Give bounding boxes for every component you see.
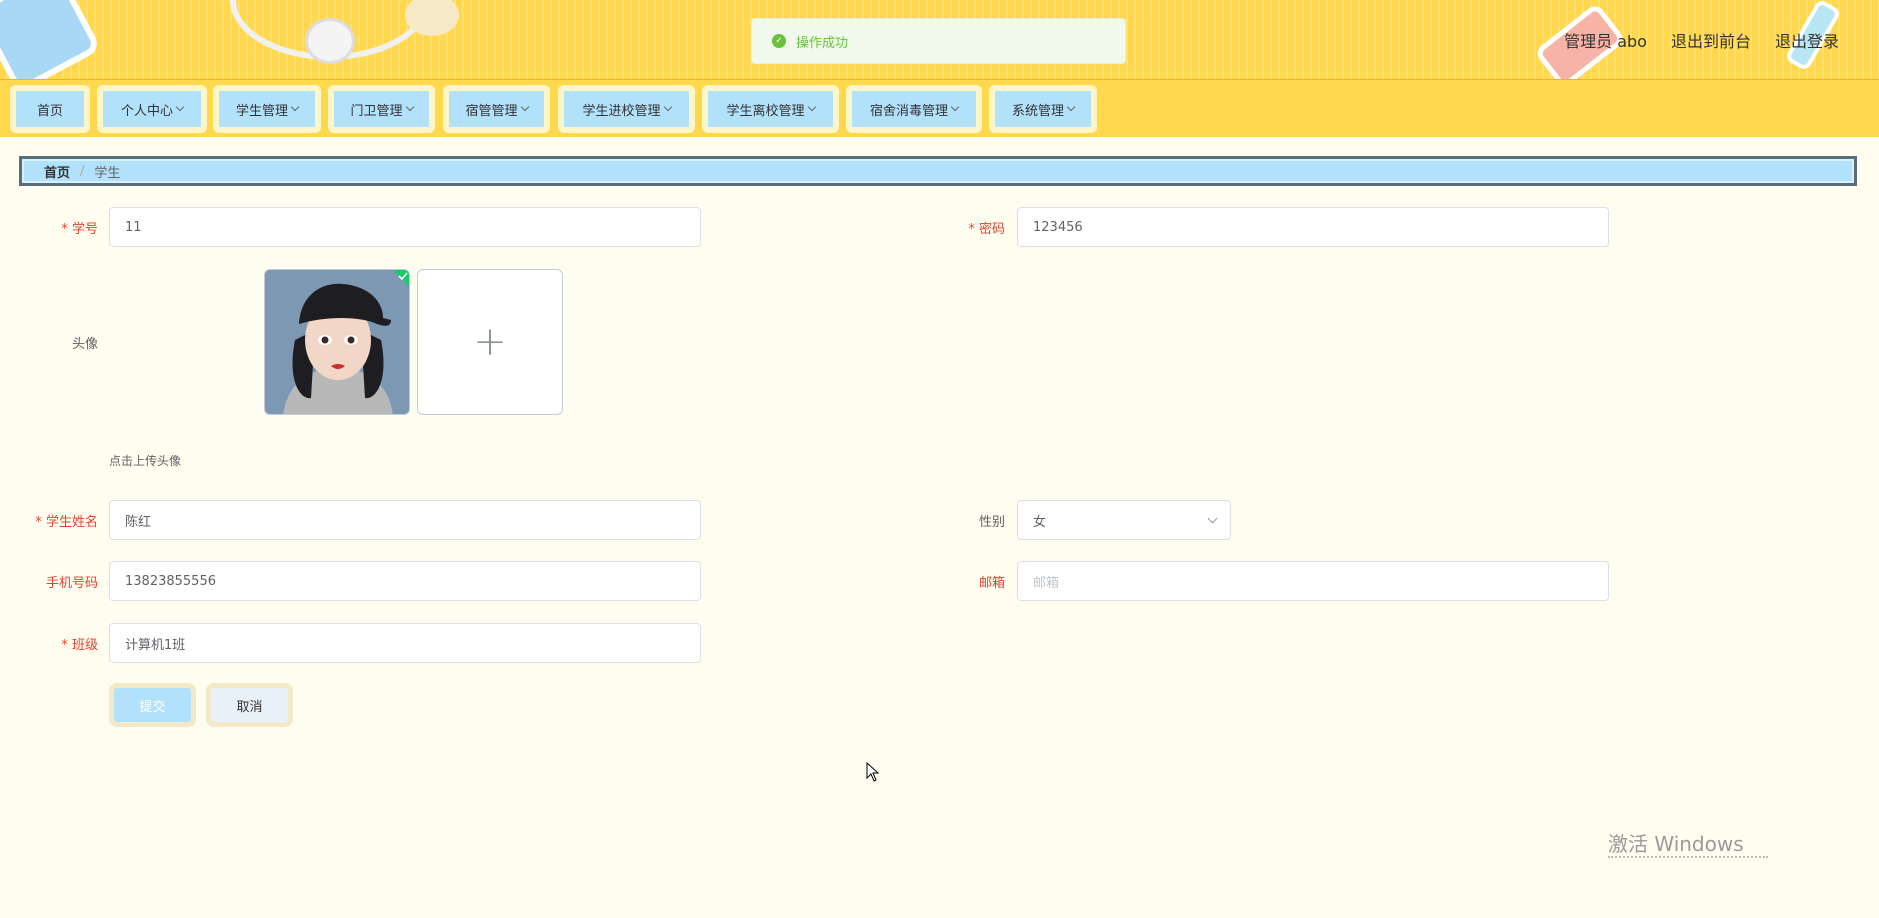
- chevron-down-icon: [290, 102, 300, 112]
- nav-item-student-management[interactable]: 学生管理: [213, 85, 321, 133]
- nav-item-label: 宿管管理: [465, 103, 518, 119]
- nav-item-dorm-disinfection-management[interactable]: 宿舍消毒管理: [846, 85, 982, 133]
- avatar-upload-hint: 点击上传头像: [109, 454, 182, 468]
- cancel-button[interactable]: 取消: [206, 683, 293, 727]
- nav-item-dorm-manager-management[interactable]: 宿管管理: [443, 85, 550, 133]
- email-label: 邮箱: [978, 576, 1005, 591]
- nav-item-label: 个人中心: [120, 103, 173, 119]
- chevron-down-icon: [807, 102, 816, 112]
- exit-to-front-link[interactable]: 退出到前台: [1671, 28, 1751, 52]
- student-id-input[interactable]: 11: [109, 207, 701, 247]
- check-circle-icon: ✓: [772, 34, 786, 48]
- nav-item-label: 门卫管理: [350, 103, 403, 119]
- admin-user-label: 管理员 abo: [1564, 32, 1647, 51]
- student-name-input[interactable]: 陈红: [109, 500, 701, 540]
- nav-item-guard-management[interactable]: 门卫管理: [328, 85, 435, 133]
- student-id-label: 学号: [8, 218, 98, 237]
- gender-selected-value: 女: [1033, 514, 1047, 530]
- phone-input[interactable]: 13823855556: [109, 561, 701, 601]
- avatar-image[interactable]: [264, 269, 410, 415]
- breadcrumb-home[interactable]: 首页: [44, 162, 70, 181]
- earbud-illustration: [405, 0, 459, 36]
- student-name-label: 学生姓名: [8, 511, 98, 530]
- nav-item-label: 宿舍消毒管理: [869, 103, 948, 119]
- cancel-button-label: 取消: [211, 688, 288, 722]
- header-banner: ✓ 操作成功 管理员 abo 退出到前台 退出登录: [0, 0, 1879, 79]
- gender-label: 性别: [978, 515, 1005, 530]
- class-label: 班级: [8, 634, 98, 653]
- phone-illustration: [0, 0, 102, 79]
- chevron-down-icon: [1207, 513, 1218, 524]
- breadcrumb-current: 学生: [94, 165, 121, 181]
- submit-button-label: 提交: [114, 688, 191, 722]
- nav-item-label: 学生管理: [235, 103, 288, 119]
- chevron-down-icon: [950, 102, 960, 112]
- chevron-down-icon: [1066, 102, 1076, 112]
- phone-label: 手机号码: [45, 576, 98, 591]
- nav-item-label: 学生进校管理: [582, 103, 661, 119]
- password-input[interactable]: 123456: [1017, 207, 1609, 247]
- gender-select[interactable]: 女: [1017, 500, 1231, 540]
- success-toast: ✓ 操作成功: [751, 18, 1126, 64]
- nav-item-label: 首页: [16, 91, 84, 127]
- mouse-cursor-icon: [866, 762, 880, 782]
- nav-item-student-leave-management[interactable]: 学生离校管理: [702, 85, 839, 133]
- earbud-illustration: [305, 18, 355, 64]
- breadcrumb-separator: /: [80, 163, 85, 179]
- nav-item-label: 学生离校管理: [726, 103, 805, 119]
- chevron-down-icon: [175, 102, 185, 112]
- logout-link[interactable]: 退出登录: [1775, 28, 1839, 52]
- main-nav: 首页 个人中心 学生管理 门卫管理 宿管管理 学生进校管理 学生离校管理 宿舍消…: [0, 79, 1879, 137]
- email-input[interactable]: 邮箱: [1017, 561, 1609, 601]
- avatar-portrait: [265, 270, 409, 414]
- breadcrumb: 首页 / 学生: [19, 156, 1857, 186]
- windows-activation-watermark: 激活 Windows: [1608, 832, 1744, 856]
- nav-item-personal-center[interactable]: 个人中心: [97, 85, 207, 133]
- toast-message: 操作成功: [796, 35, 849, 51]
- header-user-menu: 管理员 abo 退出到前台 退出登录: [1564, 28, 1839, 52]
- password-label: 密码: [915, 218, 1005, 237]
- chevron-down-icon: [520, 102, 529, 112]
- plus-icon: +: [473, 319, 507, 365]
- nav-item-student-entry-management[interactable]: 学生进校管理: [558, 85, 695, 133]
- submit-button[interactable]: 提交: [109, 683, 196, 727]
- nav-item-system-management[interactable]: 系统管理: [989, 85, 1097, 133]
- watermark-subtext: [1608, 856, 1768, 866]
- chevron-down-icon: [405, 102, 414, 112]
- upload-add-button[interactable]: +: [417, 269, 563, 415]
- nav-item-home[interactable]: 首页: [10, 85, 90, 133]
- class-input[interactable]: 计算机1班: [109, 623, 701, 663]
- chevron-down-icon: [663, 102, 672, 112]
- nav-item-label: 系统管理: [1011, 103, 1064, 119]
- avatar-label: 头像: [71, 337, 98, 352]
